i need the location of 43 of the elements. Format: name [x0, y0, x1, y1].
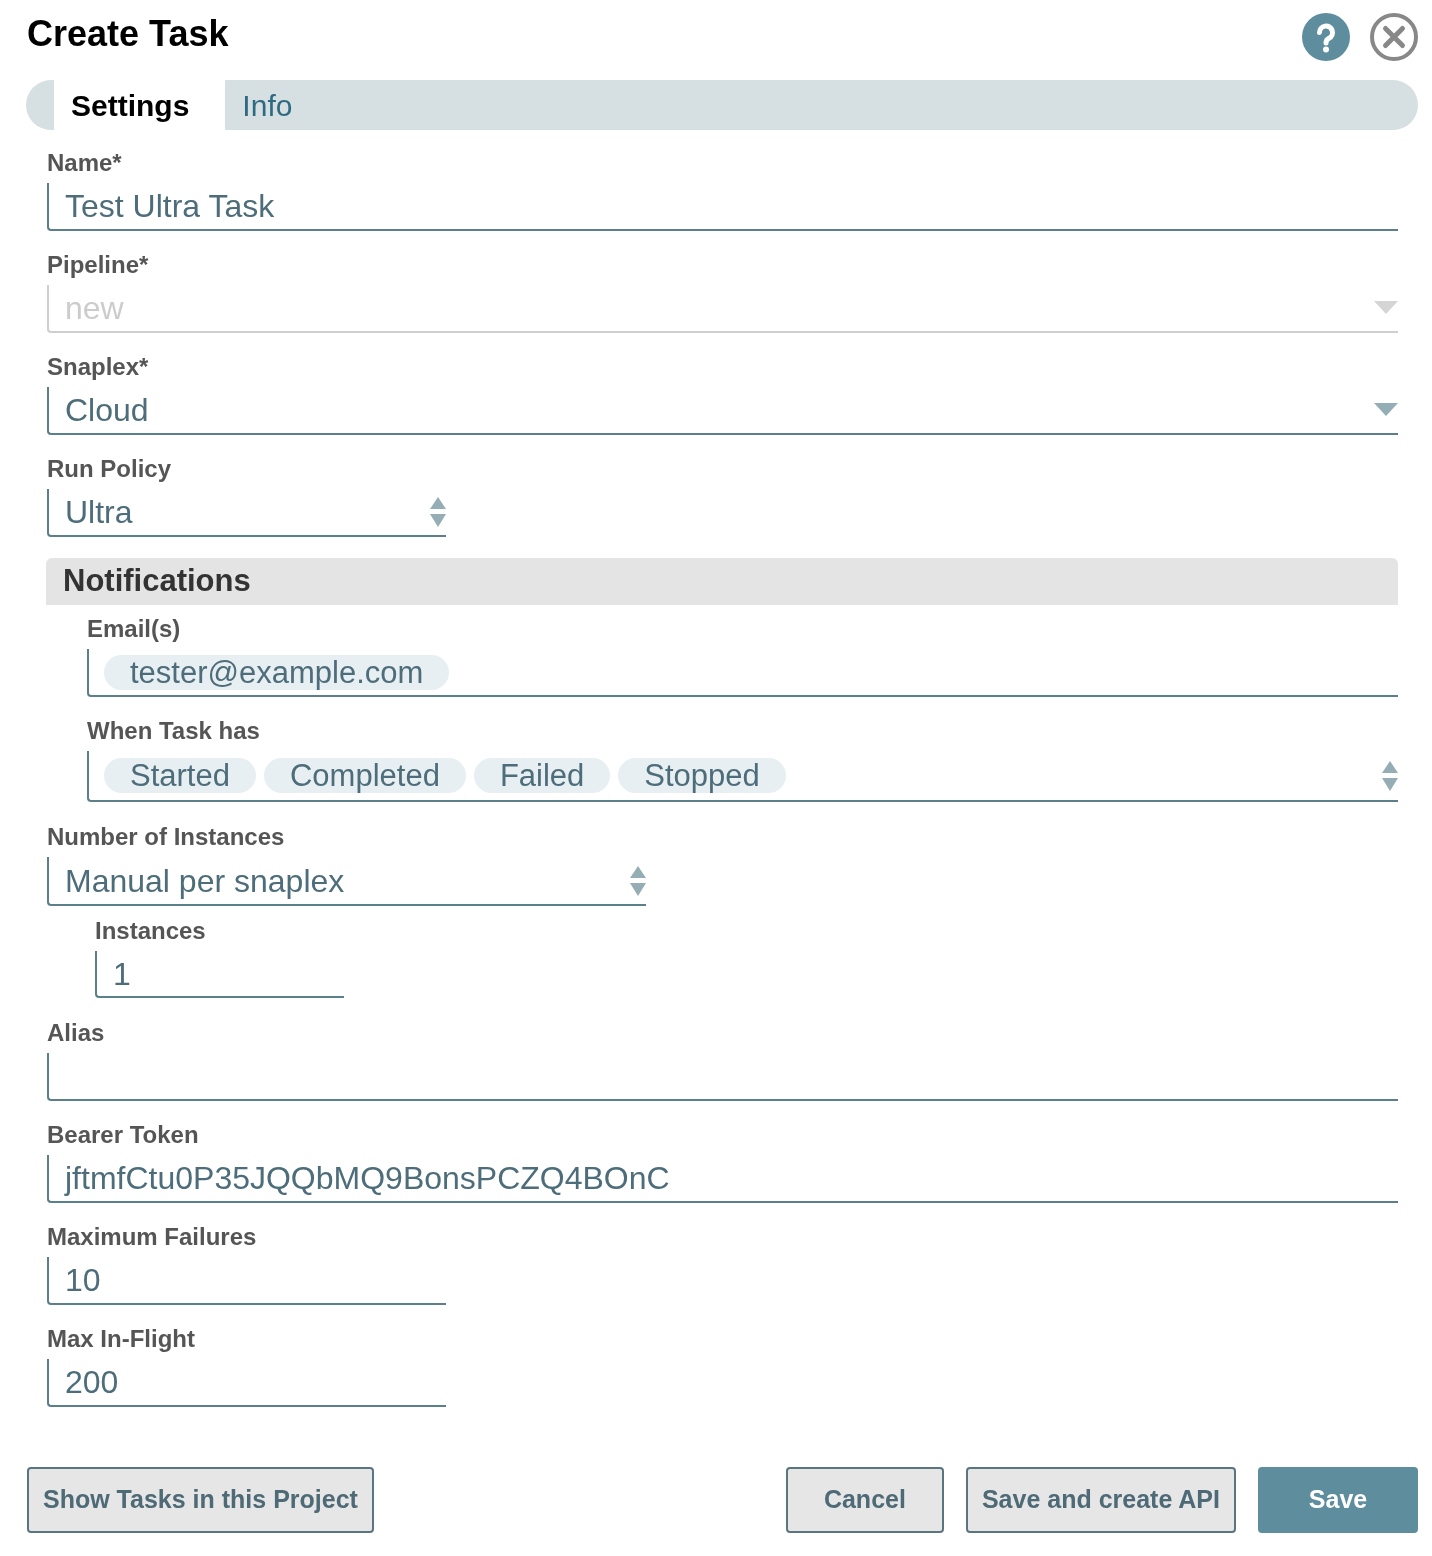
field-label: Max In-Flight	[47, 1326, 195, 1352]
caret-down-icon	[1374, 403, 1398, 417]
tab[interactable]: Info	[225, 80, 317, 130]
text-field[interactable]: 1	[95, 951, 344, 998]
email-chip: tester@example.com	[104, 654, 450, 690]
up-down-arrows-icon	[630, 865, 646, 896]
field-label: Alias	[47, 1020, 105, 1046]
field-label: Instances	[95, 918, 206, 944]
field-label: Snaplex*	[47, 354, 149, 380]
field-label: Bearer Token	[47, 1122, 199, 1148]
section-header: Notifications	[46, 558, 1398, 605]
dropdown-field[interactable]: Cloud	[47, 387, 1398, 435]
text-field[interactable]: jftmfCtu0P35JQQbMQ9BonsPCZQ4BOnC	[47, 1155, 1398, 1203]
field-label: Name*	[47, 150, 122, 176]
dialog-title: Create Task	[26, 12, 229, 56]
tab[interactable]: Settings	[54, 80, 226, 130]
status-chip: Failed	[473, 758, 611, 793]
status-select-field[interactable]: Started Completed Failed Stopped	[87, 751, 1398, 802]
cancel-button[interactable]: Cancel	[785, 1467, 944, 1533]
status-chip: Started	[104, 758, 256, 793]
close-icon[interactable]	[1370, 13, 1418, 61]
save-and-create-api-button[interactable]: Save and create API	[965, 1467, 1236, 1533]
field-label: Email(s)	[87, 616, 181, 642]
up-down-arrows-icon	[1382, 760, 1398, 791]
save-button[interactable]: Save	[1258, 1467, 1418, 1533]
field-label: Number of Instances	[47, 824, 285, 850]
show-tasks-button[interactable]: Show Tasks in this Project	[27, 1467, 374, 1533]
caret-down-icon	[1374, 301, 1398, 315]
help-icon[interactable]	[1302, 13, 1350, 61]
email-field[interactable]: tester@example.com	[87, 649, 1398, 697]
status-chip: Stopped	[618, 758, 786, 793]
field-label: When Task has	[87, 718, 260, 744]
text-field[interactable]: 10	[47, 1257, 446, 1305]
up-down-arrows-icon	[430, 497, 446, 527]
select-field[interactable]: Manual per snaplex	[47, 857, 646, 906]
field-label: Maximum Failures	[47, 1224, 257, 1250]
select-field[interactable]: Ultra	[47, 489, 446, 537]
text-field[interactable]: 200	[47, 1359, 446, 1407]
field-label: Run Policy	[47, 456, 172, 482]
status-chip: Completed	[263, 758, 466, 793]
field-label: Pipeline*	[47, 252, 149, 278]
text-field[interactable]	[47, 1053, 1398, 1101]
text-field[interactable]: Test Ultra Task	[47, 183, 1398, 231]
